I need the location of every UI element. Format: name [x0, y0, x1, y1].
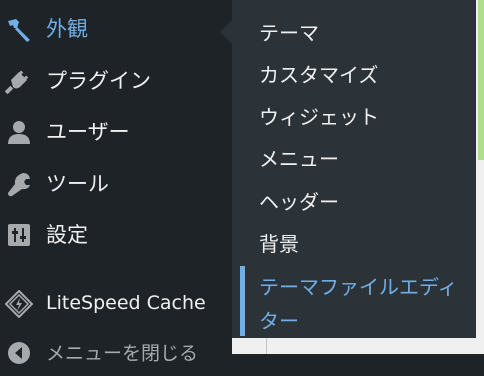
sidebar-item-users[interactable]: ユーザー — [0, 107, 232, 155]
sidebar-item-label: 設定 — [46, 223, 88, 247]
sidebar-item-litespeed-cache[interactable]: LiteSpeed Cache — [0, 279, 232, 327]
submenu-item-header[interactable]: ヘッダー — [232, 185, 476, 219]
sidebar-item-label: ユーザー — [46, 120, 130, 144]
submenu-item-label: カスタマイズ — [259, 63, 379, 87]
submenu-item-label: テーマファイルエディター — [259, 275, 458, 333]
collapse-menu-button[interactable]: メニューを閉じる — [0, 328, 232, 376]
sidebar-item-label: ツール — [46, 172, 109, 196]
submenu-item-widgets[interactable]: ウィジェット — [232, 100, 476, 134]
appearance-submenu: テーマ カスタマイズ ウィジェット メニュー ヘッダー 背景 テーマファイルエデ… — [232, 0, 476, 338]
submenu-item-label: ウィジェット — [259, 105, 379, 129]
submenu-item-label: ヘッダー — [259, 190, 339, 214]
sidebar-item-tools[interactable]: ツール — [0, 159, 232, 207]
submenu-item-label: メニュー — [259, 147, 339, 171]
sidebar-item-label: プラグイン — [46, 69, 151, 93]
sidebar-item-label: メニューを閉じる — [46, 342, 199, 365]
plugin-icon — [4, 68, 34, 94]
paintbrush-icon — [4, 16, 34, 42]
sidebar-item-plugins[interactable]: プラグイン — [0, 56, 232, 104]
submenu-item-themes[interactable]: テーマ — [232, 16, 476, 50]
admin-sidebar: 外観 プラグイン ユーザー ツール 設定 LiteSpeed Cache メニュ… — [0, 0, 232, 365]
submenu-item-menus[interactable]: メニュー — [232, 142, 476, 176]
settings-sliders-icon — [4, 222, 34, 248]
submenu-item-customize[interactable]: カスタマイズ — [232, 58, 476, 92]
litespeed-diamond-icon — [4, 290, 34, 318]
sidebar-item-settings[interactable]: 設定 — [0, 210, 232, 258]
user-icon — [4, 119, 34, 145]
wrench-icon — [4, 171, 34, 197]
active-indicator — [240, 266, 245, 336]
current-menu-pointer — [220, 20, 232, 44]
submenu-item-label: テーマ — [259, 21, 319, 45]
content-accent-strip — [478, 0, 484, 160]
collapse-arrow-icon — [4, 340, 34, 366]
submenu-item-background[interactable]: 背景 — [232, 227, 476, 261]
content-divider — [266, 338, 267, 354]
submenu-item-label: 背景 — [259, 232, 299, 256]
sidebar-item-appearance[interactable]: 外観 — [0, 4, 232, 52]
sidebar-item-label: LiteSpeed Cache — [46, 292, 206, 314]
submenu-item-theme-file-editor[interactable]: テーマファイルエディター — [232, 266, 476, 336]
sidebar-item-label: 外観 — [46, 17, 88, 41]
